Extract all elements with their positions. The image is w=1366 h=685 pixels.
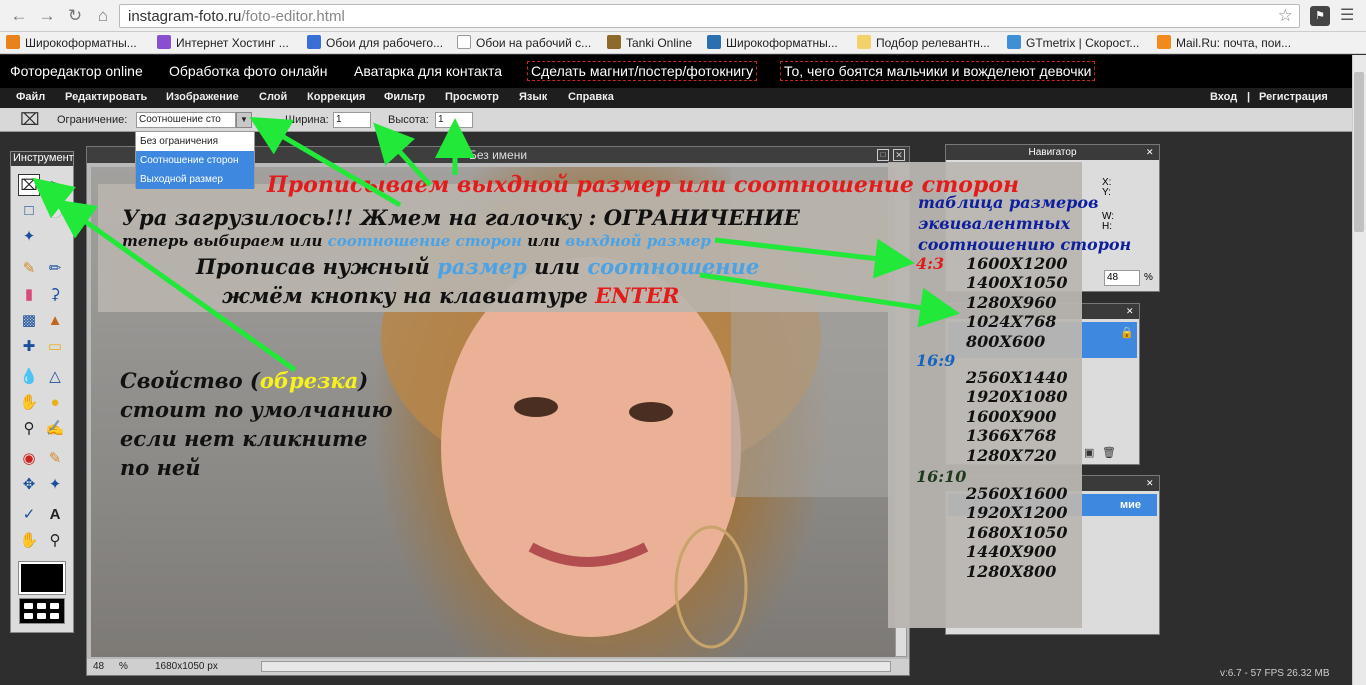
- size-value: 2560X1440: [966, 368, 1068, 387]
- size-value: 1440X900: [966, 542, 1057, 562]
- arrow-to-width: [373, 122, 432, 187]
- size-value: 1600X1200: [966, 254, 1068, 273]
- constraint-dropdown: Без ограничения Соотношение сторон Выходно…: [135, 131, 255, 189]
- size-value: 1400X1050: [966, 273, 1068, 293]
- annotation-arrows: [32, 116, 960, 373]
- size-value: 1280X800: [966, 561, 1057, 581]
- constraint-option-0[interactable]: Без ограничения: [136, 132, 254, 151]
- arrow-to-crop-tool: [53, 199, 297, 373]
- ratio-label-0: 4:3: [916, 254, 945, 273]
- size-value: 1600X900: [966, 406, 1057, 426]
- arrow-to-constraint: [249, 116, 402, 208]
- size-value: 2560X1600: [966, 484, 1068, 503]
- size-value: 1366X768: [966, 426, 1057, 446]
- size-value: 1920X1200: [966, 503, 1068, 523]
- page-scrollbar-thumb[interactable]: [1354, 72, 1364, 232]
- sizes-heading-1: эквивалентных: [918, 214, 1071, 233]
- size-value: 1920X1080: [966, 387, 1068, 407]
- ratio-label-2: 16:10: [916, 467, 967, 486]
- size-value: 800X600: [966, 331, 1046, 351]
- size-value: 1280X720: [966, 445, 1057, 465]
- size-value: 1024X768: [966, 312, 1057, 332]
- ratio-label-1: 16:9: [916, 351, 956, 370]
- sizes-heading-0: таблица размеров: [918, 193, 1099, 212]
- arrow-to-table-2: [699, 272, 960, 328]
- arrow-to-crop-tool-head: [32, 177, 76, 219]
- arrow-to-table-1: [714, 237, 915, 279]
- fps-readout: v:6.7 - 57 FPS 26.32 MB: [1220, 668, 1330, 679]
- sizes-heading-2: соотношению сторон: [918, 235, 1132, 254]
- size-value: 1280X960: [966, 292, 1057, 312]
- constraint-option-2[interactable]: Выходной размер: [136, 170, 254, 189]
- constraint-option-1[interactable]: Соотношение сторон: [136, 151, 254, 170]
- size-value: 1680X1050: [966, 522, 1068, 542]
